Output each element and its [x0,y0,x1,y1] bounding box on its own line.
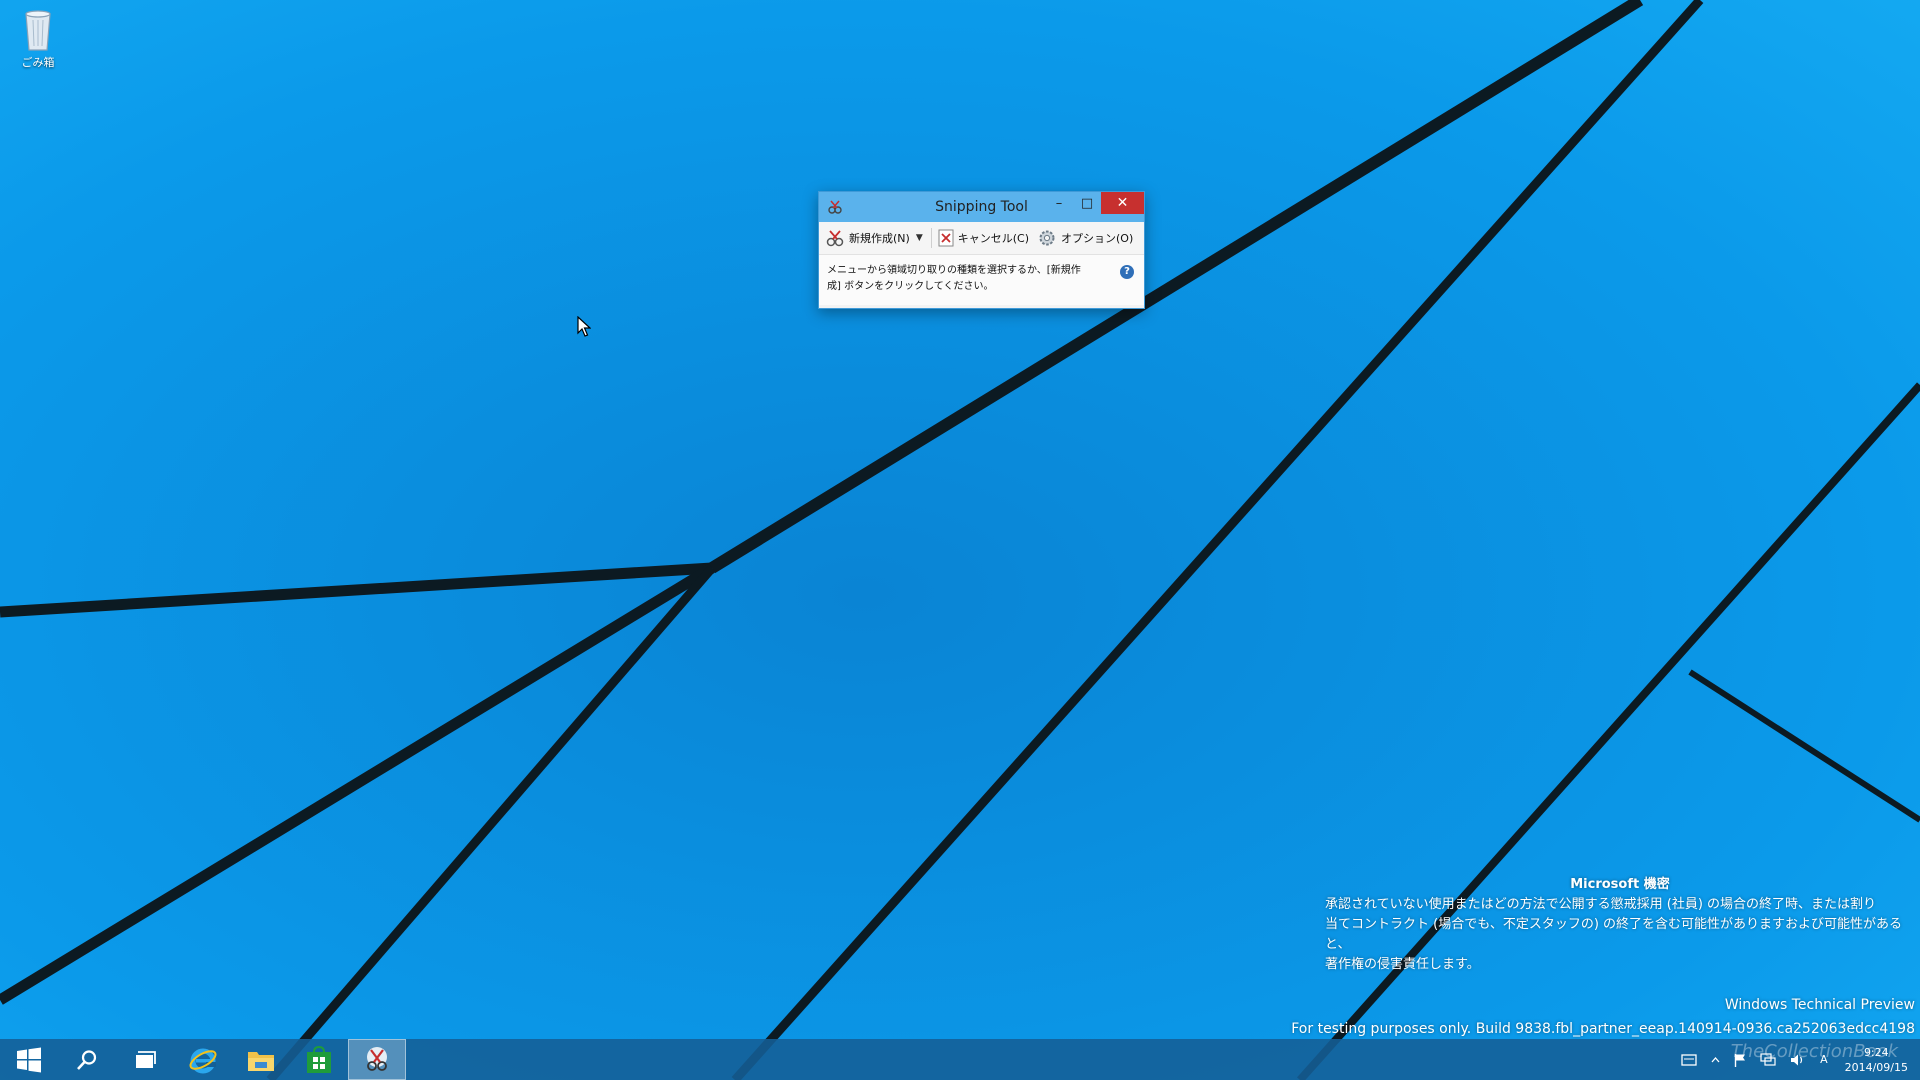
watermark-title: Microsoft 機密 [1570,877,1670,892]
search-icon [77,1049,97,1070]
instruction-line-2: 成] ボタンをクリックしてください。 [827,281,994,292]
start-button[interactable] [0,1039,58,1080]
options-label: オプション(O) [1061,232,1134,245]
instruction-line-1: メニューから領域切り取りの種類を選択するか、[新規作 [827,265,1081,276]
snipping-tool-window[interactable]: Snipping Tool – □ ✕ 新規作成(N) ▼ キャンセル(C) オ… [818,191,1145,309]
confidential-watermark: Microsoft 機密 承認されていない使用またはどの方法で公開する懲戒採用 … [1325,875,1915,975]
new-snip-icon [826,230,844,247]
task-view-icon [136,1050,156,1068]
internet-explorer-icon [189,1048,217,1073]
maximize-button[interactable]: □ [1073,192,1101,214]
toolbar-divider [930,228,932,248]
recycle-bin-label: ごみ箱 [21,56,55,69]
instruction-message: メニューから領域切り取りの種類を選択するか、[新規作 成] ボタンをクリックして… [819,255,1144,305]
build-info: Windows Technical Preview For testing pu… [1291,993,1915,1041]
windows-logo-icon [17,1047,41,1072]
search-button[interactable] [58,1039,116,1080]
minimize-button[interactable]: – [1045,192,1073,214]
cancel-label: キャンセル(C) [957,232,1029,245]
recycle-bin-icon [25,10,51,51]
file-explorer-button[interactable] [232,1039,290,1080]
build-label: For testing purposes only. Build 9838.fb… [1291,1021,1915,1037]
task-view-button[interactable] [116,1039,174,1080]
notification-card-icon[interactable] [1681,1053,1697,1066]
internet-explorer-button[interactable] [174,1039,232,1080]
folder-icon [248,1051,274,1071]
taskbar: A 9:24 2014/09/15 [0,1039,1920,1080]
edition-label: Windows Technical Preview [1724,997,1915,1013]
new-snip-button[interactable]: 新規作成(N) ▼ [825,228,923,248]
store-button[interactable] [290,1039,348,1080]
snipping-tool-icon [828,200,842,214]
site-logo-watermark: TheCollectionBook [1730,1041,1898,1062]
watermark-line-3: 著作権の侵害責任します。 [1325,957,1480,972]
watermark-line-1: 承認されていない使用またはどの方法で公開する懲戒採用 (社員) の場合の終了時、… [1325,897,1877,912]
store-icon [307,1045,331,1073]
gear-icon [1039,230,1055,246]
new-snip-label: 新規作成(N) [849,232,910,245]
chevron-down-icon[interactable]: ▼ [916,233,923,243]
snipping-toolbar: 新規作成(N) ▼ キャンセル(C) オプション(O) [819,222,1144,255]
chevron-up-icon[interactable] [1711,1056,1720,1063]
watermark-line-2: 当てコントラクト (場合でも、不定スタッフの) の終了を含む可能性がありますおよ… [1325,917,1903,952]
title-bar[interactable]: Snipping Tool – □ ✕ [819,192,1144,222]
help-icon[interactable]: ? [1120,265,1134,279]
cancel-icon [938,229,954,247]
snipping-tool-taskbar-icon [367,1046,387,1071]
cancel-button[interactable]: キャンセル(C) [938,229,1029,247]
mouse-cursor-icon [577,316,591,337]
options-button[interactable]: オプション(O) [1037,228,1133,248]
snipping-tool-taskbar-button[interactable] [348,1039,406,1080]
window-title: Snipping Tool [935,199,1028,215]
close-button[interactable]: ✕ [1101,192,1144,214]
recycle-bin-shortcut[interactable]: ごみ箱 [12,6,64,70]
